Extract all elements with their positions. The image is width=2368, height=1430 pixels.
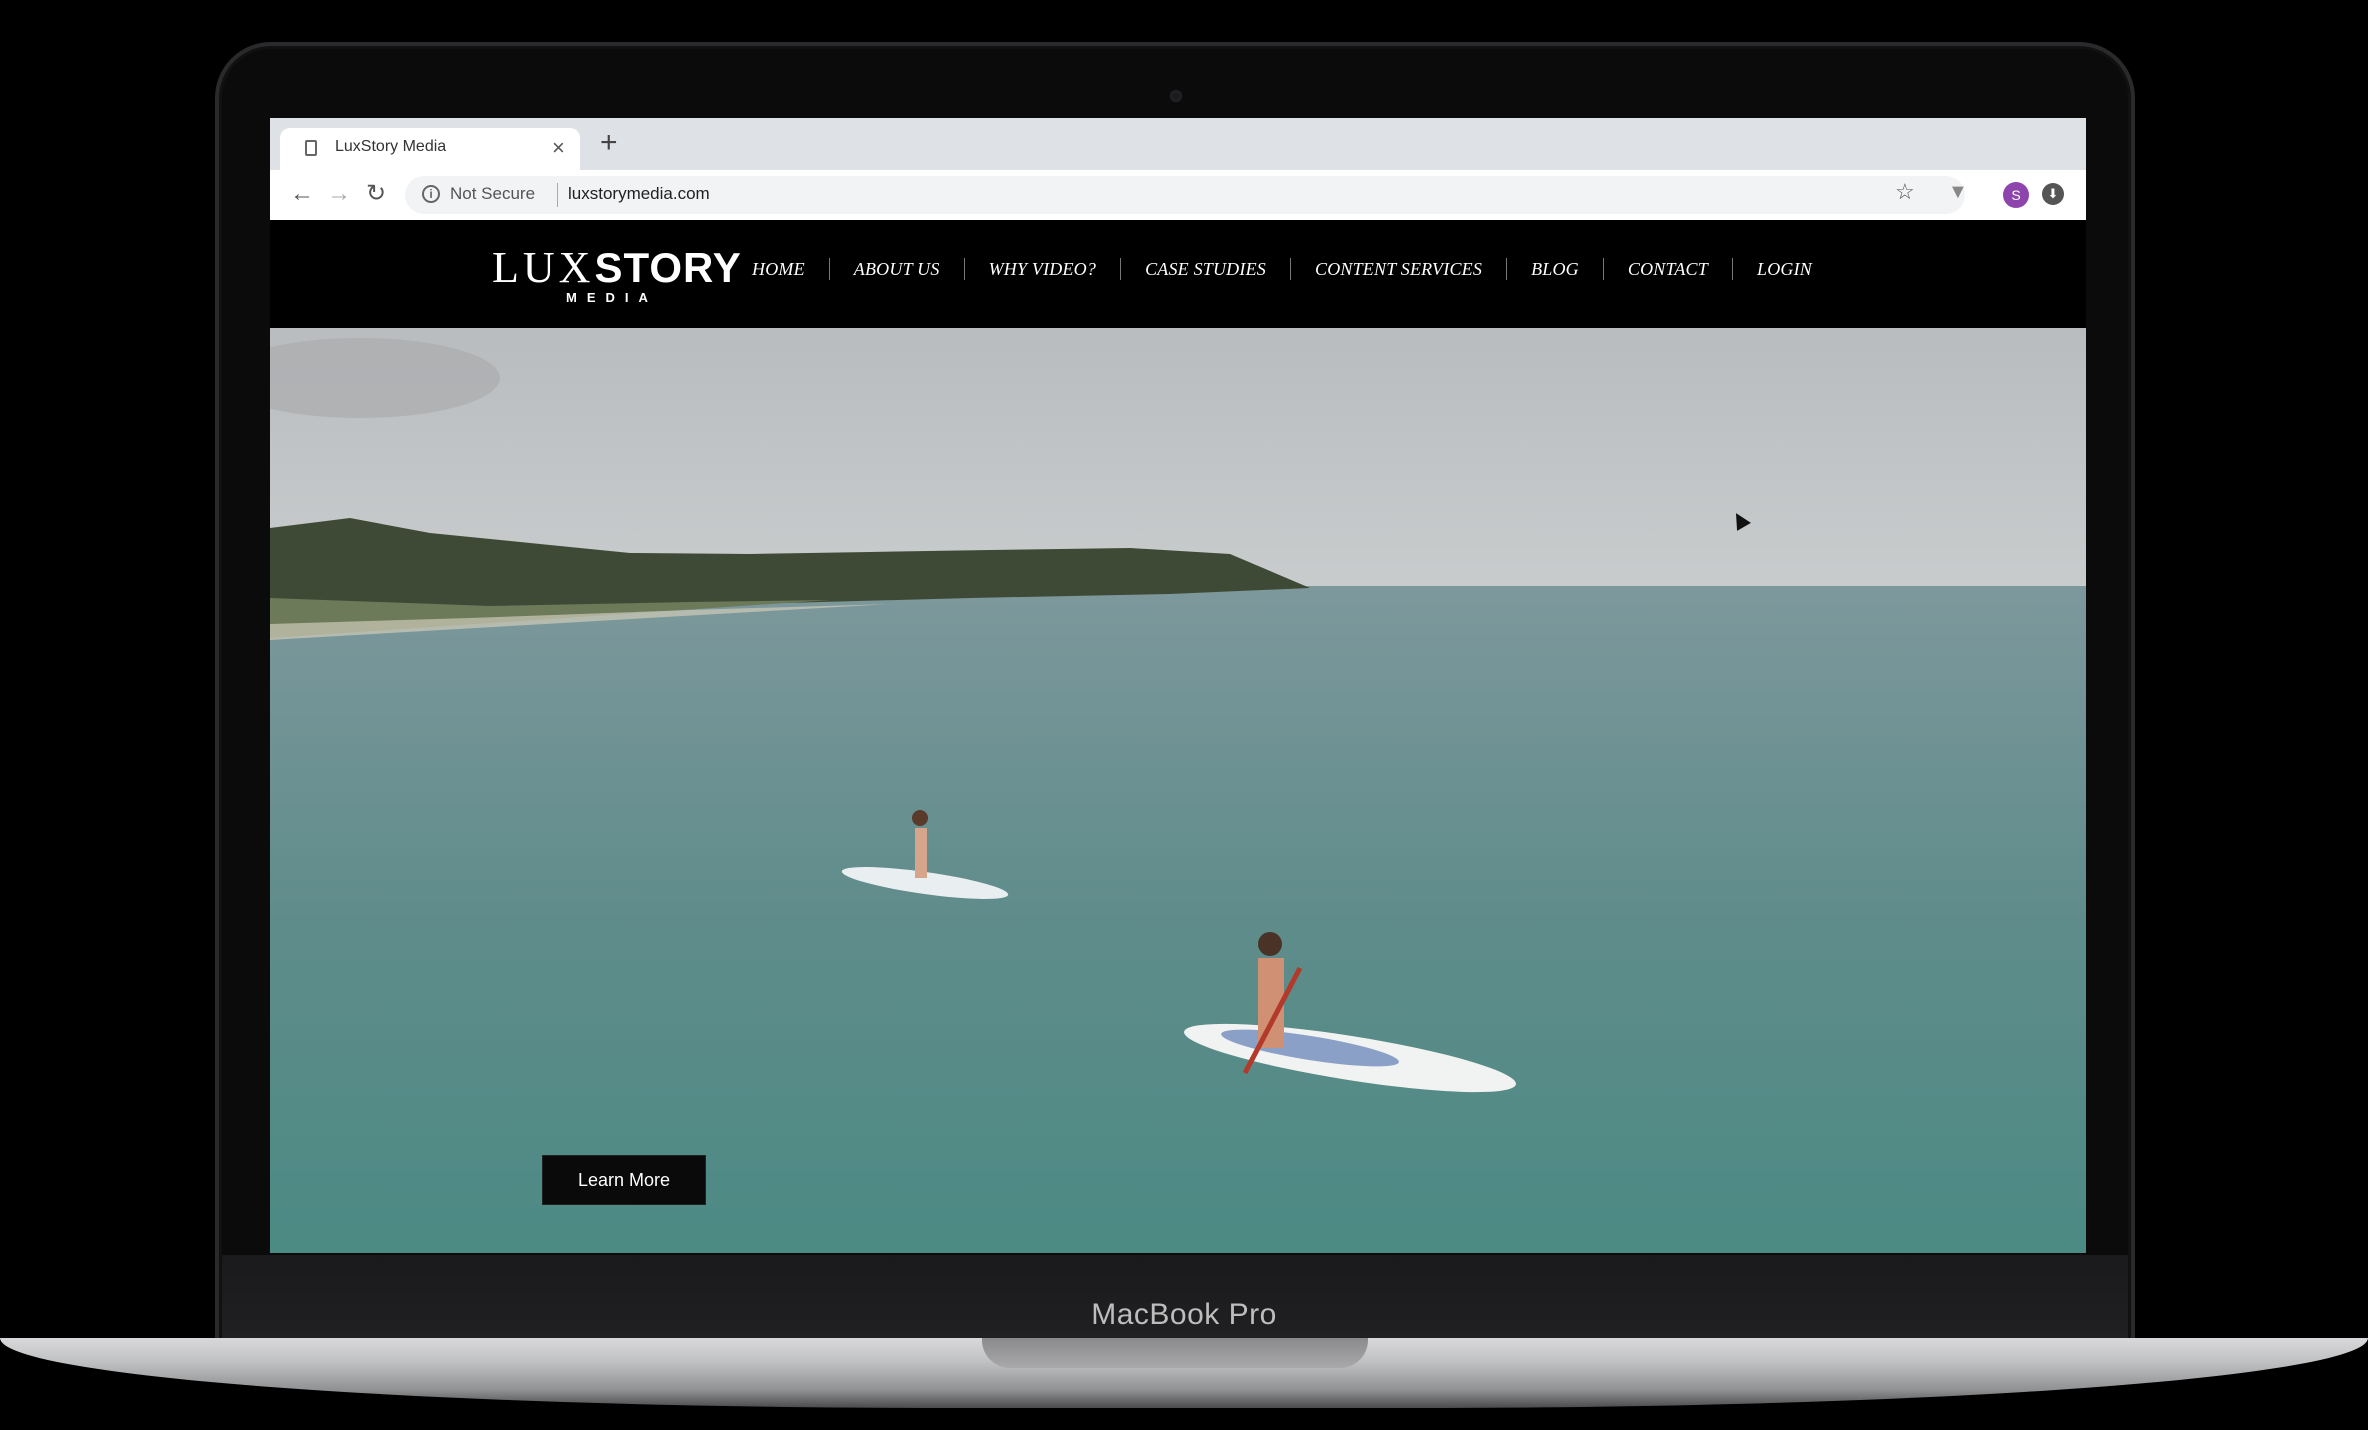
learn-more-button[interactable]: Learn More	[542, 1155, 706, 1205]
hero-scene	[270, 328, 2086, 1253]
nav-about-us[interactable]: ABOUT US	[830, 259, 964, 280]
close-tab-icon[interactable]: ×	[552, 134, 565, 162]
profile-avatar[interactable]: S	[2003, 182, 2029, 208]
info-icon[interactable]: i	[422, 185, 440, 203]
logo-lux: LUX	[492, 243, 595, 292]
camera-icon	[1170, 90, 1182, 102]
nav-login[interactable]: LOGIN	[1733, 259, 1836, 280]
site-logo[interactable]: LUXSTORY MEDIA	[492, 242, 742, 305]
logo-media: MEDIA	[566, 290, 658, 305]
address-divider	[557, 183, 558, 207]
laptop-model-label: MacBook Pro	[1091, 1298, 1277, 1331]
nav-why-video[interactable]: WHY VIDEO?	[965, 259, 1121, 280]
hero-video[interactable]: Learn More	[270, 328, 2086, 1253]
nav-blog[interactable]: BLOG	[1507, 259, 1603, 280]
tab-title: LuxStory Media	[335, 138, 447, 155]
browser-tab-bar: LuxStory Media × +	[270, 118, 2086, 170]
back-icon[interactable]: ←	[290, 180, 314, 208]
address-bar[interactable]: i Not Secure luxstorymedia.com	[405, 176, 1965, 214]
url-text[interactable]: luxstorymedia.com	[568, 184, 710, 204]
site-header: LUXSTORY MEDIA HOME ABOUT US WHY VIDEO? …	[270, 220, 2086, 328]
forward-icon[interactable]: →	[327, 180, 351, 208]
bookmark-star-icon[interactable]: ☆	[1895, 179, 1915, 205]
extension-icon[interactable]: ▼	[1948, 181, 1968, 204]
browser-tab[interactable]: LuxStory Media ×	[280, 128, 580, 170]
nav-contact[interactable]: CONTACT	[1604, 259, 1732, 280]
main-nav: HOME ABOUT US WHY VIDEO? CASE STUDIES CO…	[752, 258, 1836, 280]
download-icon[interactable]: ⬇	[2042, 183, 2064, 205]
nav-case-studies[interactable]: CASE STUDIES	[1121, 259, 1290, 280]
reload-icon[interactable]: ↻	[366, 180, 386, 208]
page-icon	[305, 140, 317, 156]
security-indicator[interactable]: Not Secure	[450, 184, 535, 204]
logo-story: STORY	[594, 244, 742, 291]
new-tab-button[interactable]: +	[600, 126, 618, 160]
nav-content-services[interactable]: CONTENT SERVICES	[1291, 259, 1506, 280]
browser-toolbar: ← → ↻ i Not Secure luxstorymedia.com ☆ ▼…	[270, 170, 2086, 221]
nav-home[interactable]: HOME	[752, 259, 829, 280]
laptop-notch	[982, 1338, 1368, 1368]
screen: LuxStory Media × + ← → ↻ i Not Secure lu…	[270, 118, 2086, 1253]
